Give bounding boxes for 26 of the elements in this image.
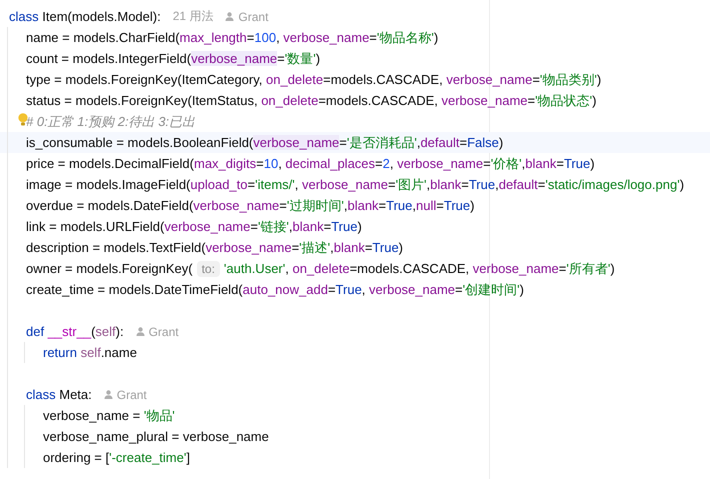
code-text: is_consumable = models.BooleanField(verbose_name='是否消耗品',default=False) <box>26 134 504 152</box>
code-text: def __str__(self): <box>26 324 124 339</box>
code-text: description = models.TextField(verbose_name='描述',blank=True) <box>26 238 404 256</box>
code-text: owner = models.ForeignKey( <box>26 261 193 276</box>
code-text: overdue = models.DateField(verbose_name='过期时间',blank=True,null=True) <box>26 196 474 214</box>
usages-hint[interactable]: 21 用法 <box>172 8 214 25</box>
parameter-hint: to: <box>196 260 220 276</box>
code-text: class Meta: <box>26 387 92 402</box>
code-text: count = models.IntegerField(verbose_name='数量') <box>26 50 320 68</box>
code-text: verbose_name = '物品' <box>43 406 175 424</box>
code-text: 'auth.User', on_delete=models.CASCADE, verbose_name='所有者') <box>224 260 615 278</box>
code-text: name = models.CharField(max_length=100, verbose_name='物品名称') <box>26 28 438 46</box>
code-text: link = models.URLField(verbose_name='链接',blank=True) <box>26 218 362 236</box>
code-text: return self.name <box>43 345 137 360</box>
author-hint[interactable]: Grant <box>148 324 179 338</box>
code-comment: # 0:正常 1:预购 2:待出 3:已出 <box>26 112 196 130</box>
author-hint[interactable]: Grant <box>238 10 268 24</box>
code-text: class Item(models.Model): <box>9 9 161 24</box>
code-text: ordering = ['-create_time'] <box>43 450 190 465</box>
code-text: type = models.ForeignKey(ItemCategory, on_delete=models.CASCADE, verbose_name='物品类别') <box>26 70 602 88</box>
author-hint[interactable]: Grant <box>116 388 147 402</box>
code-text: status = models.ForeignKey(ItemStatus, on_delete=models.CASCADE, verbose_name='物品状态') <box>26 92 596 110</box>
code-text: create_time = models.DateTimeField(auto_now_add=True, verbose_name='创建时间') <box>26 280 524 298</box>
code-text: image = models.ImageField(upload_to='items/', verbose_name='图片',blank=True,default='static/images/logo.png') <box>26 176 684 194</box>
code-text: verbose_name_plural = verbose_name <box>43 429 269 444</box>
code-text: price = models.DecimalField(max_digits=10, decimal_places=2, verbose_name='价格',blank=True) <box>26 154 595 172</box>
